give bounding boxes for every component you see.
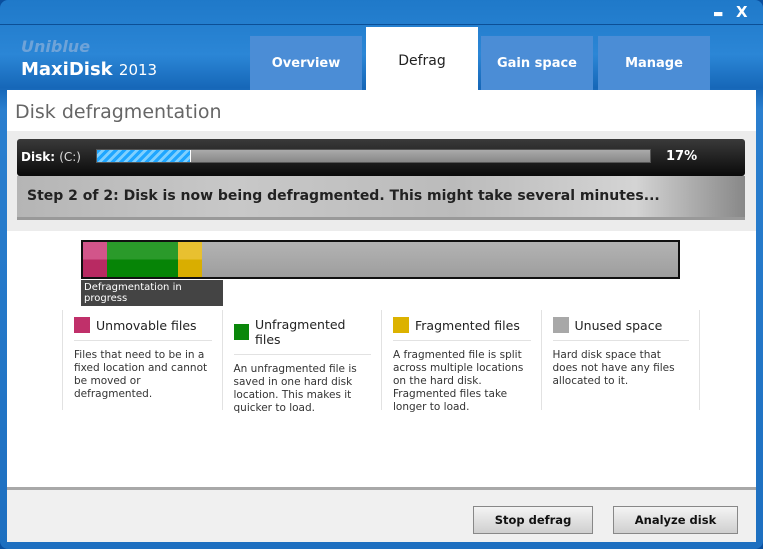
analyze-disk-button[interactable]: Analyze disk: [613, 506, 738, 534]
disk-name: (C:): [59, 150, 81, 164]
legend-item: Fragmented files A fragmented file is spl…: [381, 310, 541, 413]
disk-map-segment-unused: [202, 242, 678, 277]
legend-header: Fragmented files: [393, 317, 531, 341]
progress-percent: 17%: [666, 149, 698, 164]
legend-title: Unfragmented files: [254, 317, 346, 347]
legend-title: Unused space: [574, 317, 663, 333]
minimize-button[interactable]: ▬: [713, 7, 723, 20]
legend-swatch: [74, 317, 90, 333]
legend-header: Unmovable files: [74, 317, 212, 341]
legend-swatch: [393, 317, 409, 333]
disk-progress-bar: Disk: (C:) 17%: [17, 139, 745, 176]
status-message: Step 2 of 2: Disk is now being defragmen…: [17, 176, 745, 220]
legend-item: Unfragmented files An unfragmented file i…: [221, 310, 382, 414]
tab-defrag[interactable]: Defrag: [366, 27, 478, 90]
legend: Unmovable files Files that need to be in …: [62, 310, 700, 414]
legend-description: An unfragmented file is saved in one har…: [233, 363, 357, 414]
stop-defrag-button[interactable]: Stop defrag: [473, 506, 593, 534]
product-name: MaxiDisk: [21, 59, 113, 80]
tab-overview[interactable]: Overview: [250, 36, 362, 90]
product-year: 2013: [118, 61, 158, 79]
progress-fill: [97, 150, 191, 162]
footer: Stop defrag Analyze disk: [7, 487, 756, 542]
legend-description: Hard disk space that does not have any f…: [552, 349, 675, 387]
disk-label-text: Disk:: [21, 150, 55, 164]
legend-item: Unmovable files Files that need to be in …: [62, 310, 222, 410]
page-title: Disk defragmentation: [15, 101, 222, 123]
close-button[interactable]: X: [736, 3, 748, 21]
tab-manage[interactable]: Manage: [598, 36, 710, 90]
legend-title: Unmovable files: [96, 317, 197, 333]
disk-map-segment-unfragmented: [106, 242, 179, 277]
disk-map-segment-fragmented: [178, 242, 202, 277]
main-content: Disk defragmentation Disk: (C:) 17% Step…: [7, 90, 756, 542]
legend-description: Files that need to be in a fixed locatio…: [74, 349, 208, 400]
legend-title: Fragmented files: [415, 317, 520, 333]
disk-map: [81, 240, 680, 279]
progress-track: [96, 149, 651, 163]
progress-panel: Disk: (C:) 17% Step 2 of 2: Disk is now …: [7, 131, 756, 231]
title-bar: ▬ X: [0, 0, 763, 25]
brand-product: MaxiDisk 2013: [21, 59, 157, 80]
brand-company: Uniblue: [21, 37, 91, 56]
legend-swatch: [233, 324, 249, 340]
app-window: ▬ X Uniblue MaxiDisk 2013 Overview Defra…: [0, 0, 763, 549]
disk-map-label: Defragmentation in progress: [81, 280, 223, 306]
legend-description: A fragmented file is split across multip…: [393, 349, 524, 413]
legend-item: Unused space Hard disk space that does no…: [540, 310, 700, 410]
disk-label: Disk: (C:): [21, 150, 81, 164]
legend-header: Unused space: [552, 317, 689, 341]
legend-swatch: [552, 317, 569, 333]
disk-map-segment-unmovable: [83, 242, 107, 277]
legend-header: Unfragmented files: [233, 317, 371, 355]
tab-gain-space[interactable]: Gain space: [481, 36, 593, 90]
